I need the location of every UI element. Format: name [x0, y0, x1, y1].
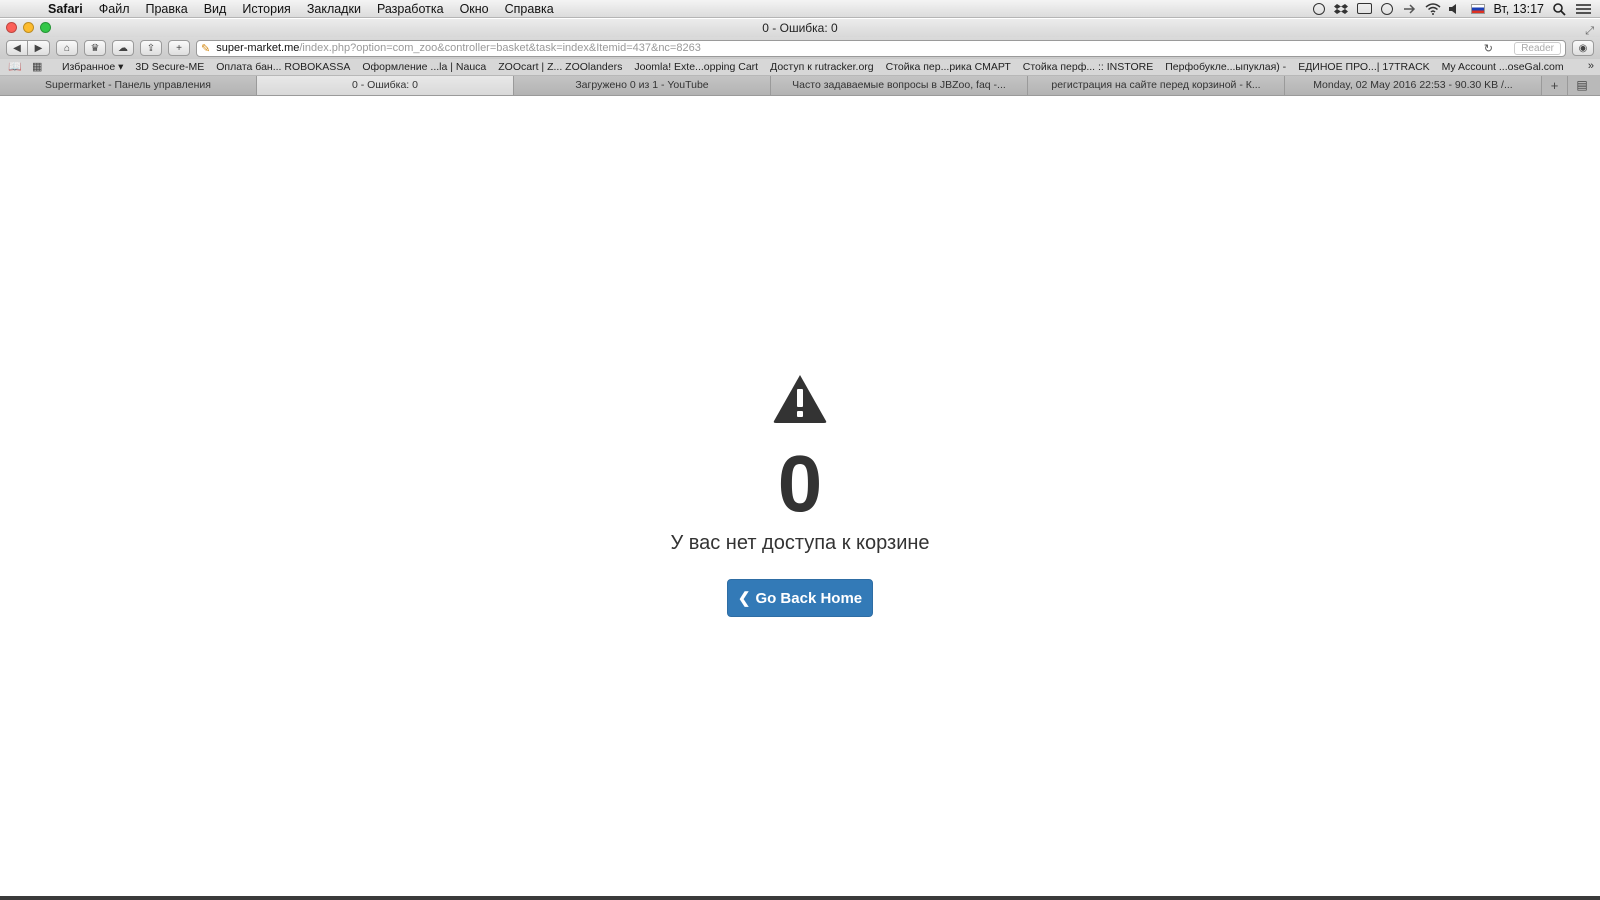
evernote-status-icon[interactable]	[1312, 2, 1325, 15]
system-menu-bar: Safari Файл Правка Вид История Закладки …	[0, 0, 1600, 18]
minimize-window-button[interactable]	[23, 22, 34, 33]
tab-youtube[interactable]: Загружено 0 из 1 - YouTube	[514, 76, 771, 95]
bookmark-item[interactable]: Joomla! Exte...opping Cart	[628, 61, 764, 73]
close-window-button[interactable]	[6, 22, 17, 33]
bookmark-item[interactable]: Избранное ▾	[56, 61, 129, 73]
volume-icon[interactable]	[1448, 3, 1462, 15]
menu-window[interactable]: Окно	[452, 2, 497, 16]
new-tab-button[interactable]: +	[1542, 76, 1568, 95]
menu-help[interactable]: Справка	[497, 2, 562, 16]
downloads-icon[interactable]: ◉	[1572, 40, 1594, 56]
error-code: 0	[777, 439, 823, 528]
add-bookmark-button[interactable]: +	[168, 40, 190, 56]
bookmark-item[interactable]: ЕДИНОЕ ПРО...| 17TRACK	[1292, 61, 1435, 73]
screen-icon[interactable]	[1356, 3, 1372, 14]
window-title: 0 - Ошибка: 0	[762, 21, 838, 35]
reading-list-icon[interactable]: 📖	[8, 62, 22, 73]
address-bar[interactable]: ✎ super-market.me/index.php?option=com_z…	[196, 39, 1566, 57]
tab-jbzoo-faq[interactable]: Часто задаваемые вопросы в JBZoo, faq -.…	[771, 76, 1028, 95]
site-favicon-icon: ✎	[201, 42, 211, 55]
spotlight-search-icon[interactable]	[1553, 2, 1567, 16]
bluetooth-icon[interactable]	[1402, 3, 1416, 15]
icloud-tabs-icon[interactable]: ☁	[112, 40, 134, 56]
go-back-home-label: Go Back Home	[755, 589, 863, 607]
bookmark-item[interactable]: Стойка перф... :: INSTORE	[1017, 61, 1159, 73]
bookmark-item[interactable]: My Account ...oseGal.com	[1436, 61, 1570, 73]
bookmark-item[interactable]: Оформление ...la | Nauca	[356, 61, 492, 73]
go-back-home-button[interactable]: ❮ Go Back Home	[727, 579, 873, 617]
tab-download-log[interactable]: Monday, 02 May 2016 22:53 - 90.30 KB /..…	[1285, 76, 1542, 95]
top-sites-grid-icon[interactable]: ▦	[32, 62, 46, 73]
dropbox-icon[interactable]	[1333, 3, 1348, 15]
back-button[interactable]: ◀	[6, 40, 28, 56]
error-message: У вас нет доступа к корзине	[670, 532, 930, 554]
bookmarks-bar: 📖 ▦ Избранное ▾ 3D Secure-ME Оплата бан.…	[0, 59, 1600, 76]
window-title-bar: 0 - Ошибка: 0 ⤢	[0, 19, 1600, 37]
bookmark-item[interactable]: Стойка пер...рика СМАРТ	[880, 61, 1017, 73]
notification-center-icon[interactable]	[1576, 3, 1591, 15]
menu-edit[interactable]: Правка	[137, 2, 195, 16]
bookmark-item[interactable]: 3D Secure-ME	[129, 61, 210, 73]
url-path: /index.php?option=com_zoo&controller=bas…	[299, 42, 701, 54]
menu-develop[interactable]: Разработка	[369, 2, 452, 16]
russian-input-flag-icon[interactable]	[1470, 3, 1485, 14]
tab-registration[interactable]: регистрация на сайте перед корзиной - К.…	[1028, 76, 1285, 95]
zoom-window-button[interactable]	[40, 22, 51, 33]
tab-overview-icon[interactable]: ▤	[1568, 76, 1596, 95]
time-machine-icon[interactable]	[1380, 2, 1393, 15]
warning-icon	[773, 375, 827, 423]
bookmark-item[interactable]: Доступ к rutracker.org	[764, 61, 880, 73]
browser-toolbar: ◀ ▶ ⌂ ♛ ☁ ⇪ + ✎ super-market.me/index.ph…	[0, 37, 1600, 59]
menu-history[interactable]: История	[234, 2, 298, 16]
wifi-icon[interactable]	[1425, 2, 1440, 15]
reader-button[interactable]: Reader	[1514, 41, 1561, 55]
home-icon[interactable]: ⌂	[56, 40, 78, 56]
bookmark-item[interactable]: ZOOcart | Z... ZOOlanders	[492, 61, 628, 73]
screen-bottom-edge	[0, 896, 1600, 900]
share-icon[interactable]: ⇪	[140, 40, 162, 56]
page-content: 0 У вас нет доступа к корзине ❮ Go Back …	[0, 96, 1600, 896]
bookmark-item[interactable]: Оплата бан... ROBOKASSA	[210, 61, 356, 73]
menu-app-name[interactable]: Safari	[40, 2, 91, 16]
tab-error-active[interactable]: 0 - Ошибка: 0	[257, 76, 514, 95]
menu-bookmarks[interactable]: Закладки	[299, 2, 369, 16]
bookmark-item[interactable]: Перфобукле...ыпуклая) -	[1159, 61, 1292, 73]
forward-button[interactable]: ▶	[28, 40, 50, 56]
more-bookmarks-icon[interactable]: »	[1588, 60, 1594, 72]
tab-bar: Supermarket - Панель управления 0 - Ошиб…	[0, 76, 1600, 96]
menu-file[interactable]: Файл	[91, 2, 138, 16]
url-host: super-market.me	[216, 42, 300, 54]
menu-view[interactable]: Вид	[196, 2, 235, 16]
menubar-clock[interactable]: Вт, 13:17	[1494, 2, 1545, 16]
tab-supermarket-admin[interactable]: Supermarket - Панель управления	[0, 76, 257, 95]
top-sites-icon[interactable]: ♛	[84, 40, 106, 56]
reload-icon[interactable]: ↻	[1484, 42, 1493, 55]
chevron-left-icon: ❮	[737, 590, 751, 607]
